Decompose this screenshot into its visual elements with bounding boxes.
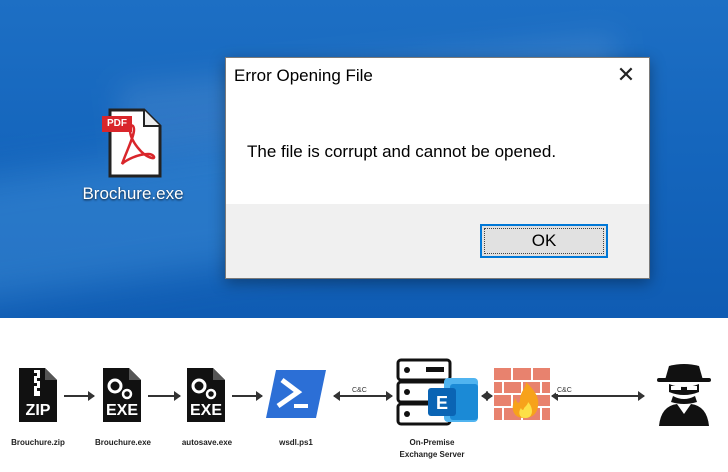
ok-button[interactable]: OK — [480, 224, 608, 258]
cc-label: C&C — [556, 387, 573, 394]
dialog-titlebar[interactable]: Error Opening File ✕ — [226, 58, 649, 94]
exe-file-icon: EXE — [185, 366, 227, 424]
flow-arrow — [232, 391, 263, 401]
node-label-exe: Brouchure.exe — [94, 438, 152, 447]
attack-flow-diagram: ZIP Brouchure.zip EXE Brouchure.exe EXE … — [0, 318, 728, 472]
exe-file-icon: EXE — [101, 366, 143, 424]
focus-rect — [484, 228, 604, 254]
svg-text:E: E — [436, 393, 448, 413]
exe-badge: EXE — [105, 402, 138, 419]
error-message: The file is corrupt and cannot be opened… — [247, 142, 557, 161]
node-label-autosave: autosave.exe — [181, 438, 233, 447]
firewall-icon — [494, 368, 550, 420]
flow-arrow — [148, 391, 181, 401]
dialog-content: The file is corrupt and cannot be opened… — [226, 94, 649, 204]
cc-arrow: C&C — [551, 387, 645, 401]
node-label-exchange-line2: Exchange Server — [399, 450, 465, 459]
node-label-powershell: wsdl.ps1 — [279, 438, 313, 447]
flow-arrow — [64, 391, 95, 401]
pdf-badge: PDF — [102, 116, 132, 132]
exchange-server-icon: E — [396, 358, 480, 432]
exe-badge: EXE — [189, 402, 222, 419]
desktop-background: PDF Brochure.exe Error Opening File ✕ Th… — [0, 0, 728, 318]
desktop-icon-brochure[interactable]: PDF Brochure.exe — [78, 108, 188, 204]
powershell-icon — [264, 368, 328, 420]
zip-file-icon: ZIP — [17, 366, 59, 424]
node-label-exchange-line1: On-Premise — [409, 438, 455, 447]
pdf-icon: PDF — [102, 108, 162, 178]
desktop-icon-label: Brochure.exe — [82, 184, 184, 203]
cc-label: C&C — [351, 387, 368, 394]
flow-arrow — [481, 391, 493, 401]
error-dialog: Error Opening File ✕ The file is corrupt… — [225, 57, 650, 279]
zip-badge: ZIP — [25, 402, 51, 419]
close-icon[interactable]: ✕ — [607, 60, 645, 92]
node-label-zip: Brouchure.zip — [11, 438, 65, 447]
cc-arrow: C&C — [333, 387, 393, 401]
hacker-icon — [655, 362, 713, 426]
dialog-title: Error Opening File — [234, 66, 373, 85]
